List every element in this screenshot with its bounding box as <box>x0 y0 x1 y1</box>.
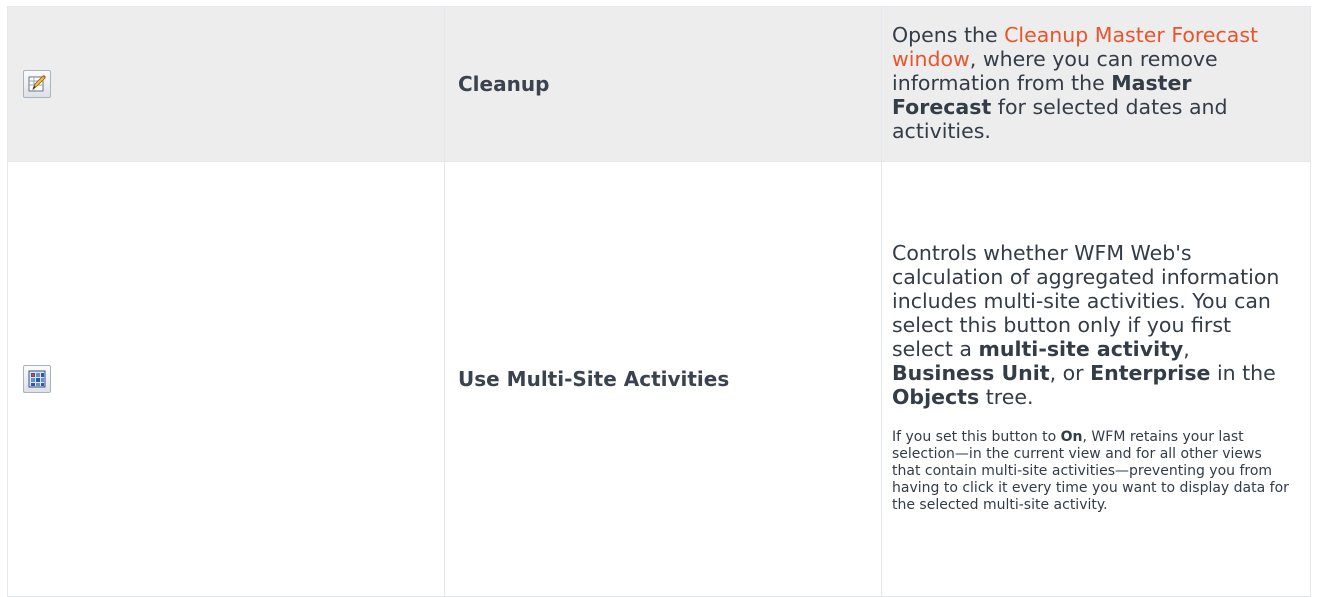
button-name: Cleanup <box>444 6 882 162</box>
desc-text: tree. <box>979 385 1034 409</box>
icon-cell <box>7 161 445 597</box>
desc-text: in the <box>1210 361 1276 385</box>
desc-text: Opens the <box>892 22 1005 47</box>
description-cell: Controls whether WFM Web's calculation o… <box>881 161 1311 597</box>
desc-bold: Enterprise <box>1090 361 1211 385</box>
table-row: Cleanup Opens the Cleanup Master Forecas… <box>7 6 1311 162</box>
description-cell: Opens the Cleanup Master Forecast window… <box>881 6 1311 162</box>
multi-site-grid-icon[interactable] <box>23 365 51 393</box>
desc-bold: Business Unit <box>892 361 1050 385</box>
toolbar-buttons-table: Cleanup Opens the Cleanup Master Forecas… <box>7 6 1311 597</box>
button-name: Use Multi-Site Activities <box>444 161 882 597</box>
note-bold: On <box>1060 429 1083 445</box>
note-text: If you set this button to On, WFM retain… <box>892 429 1289 513</box>
desc-text: , or <box>1049 361 1091 385</box>
desc-bold: multi-site activity <box>978 337 1184 361</box>
icon-cell <box>7 6 445 162</box>
cleanup-pencil-icon[interactable] <box>23 70 51 98</box>
desc-bold: Objects <box>892 385 980 409</box>
desc-text: , <box>1183 337 1190 361</box>
table-row: Use Multi-Site Activities Controls wheth… <box>7 161 1311 597</box>
